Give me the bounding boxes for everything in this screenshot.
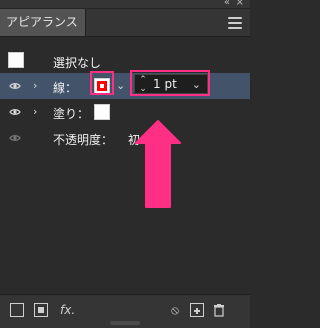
stroke-row[interactable]: › 線： ⌄ [0,73,250,99]
stroke-color-dropdown-icon[interactable]: ⌄ [116,80,126,91]
visibility-eye-icon[interactable] [9,108,21,116]
expand-chevron-icon[interactable]: › [33,105,37,118]
scrollbar[interactable] [110,321,140,325]
stroke-weight-stepper[interactable]: ⌃ ⌄ [137,76,149,94]
appearance-panel: 選択なし › 線： ⌄ ⌃ ⌄ 1 pt ⌄ › 塗り： 不透明度： 初 [0,37,250,293]
stroke-weight-control[interactable]: ⌃ ⌄ 1 pt ⌄ [134,74,208,94]
visibility-eye-icon[interactable] [9,134,21,142]
up-arrow-annotation-icon [135,120,181,208]
clear-appearance-icon[interactable]: ⦸ [168,303,182,317]
panel-menu-icon[interactable] [228,17,242,29]
opacity-row[interactable]: 不透明度： 初 [0,125,250,151]
opacity-label: 不透明度： [53,133,114,147]
fill-label: 塗り： [53,107,90,121]
selection-label: 選択なし [53,56,102,70]
stepper-up-icon[interactable]: ⌃ [137,76,149,85]
collapse-icon[interactable]: « [224,0,230,9]
panel-top-strip: « × [0,0,250,9]
close-icon[interactable]: × [236,0,244,9]
stroke-swatch-highlight [90,71,114,95]
stroke-weight-dropdown-icon[interactable]: ⌄ [192,78,201,91]
fx-icon[interactable]: fx. [60,303,75,317]
expand-chevron-icon[interactable]: › [33,79,37,92]
tab-appearance[interactable]: アピアランス [0,9,86,36]
stepper-down-icon[interactable]: ⌄ [137,85,149,94]
fill-color-swatch[interactable] [94,104,110,120]
panel-tab-row: アピアランス [0,9,250,37]
tab-appearance-label: アピアランス [6,15,78,29]
visibility-eye-icon[interactable] [9,82,21,90]
duplicate-item-icon[interactable] [190,303,204,317]
add-fill-icon[interactable] [34,303,48,317]
selection-swatch [8,52,24,68]
stroke-weight-value[interactable]: 1 pt [153,77,177,91]
add-stroke-icon[interactable] [10,303,24,317]
fill-row[interactable]: › 塗り： [0,99,250,125]
stroke-label: 線： [53,81,78,95]
delete-item-icon[interactable] [212,303,226,317]
